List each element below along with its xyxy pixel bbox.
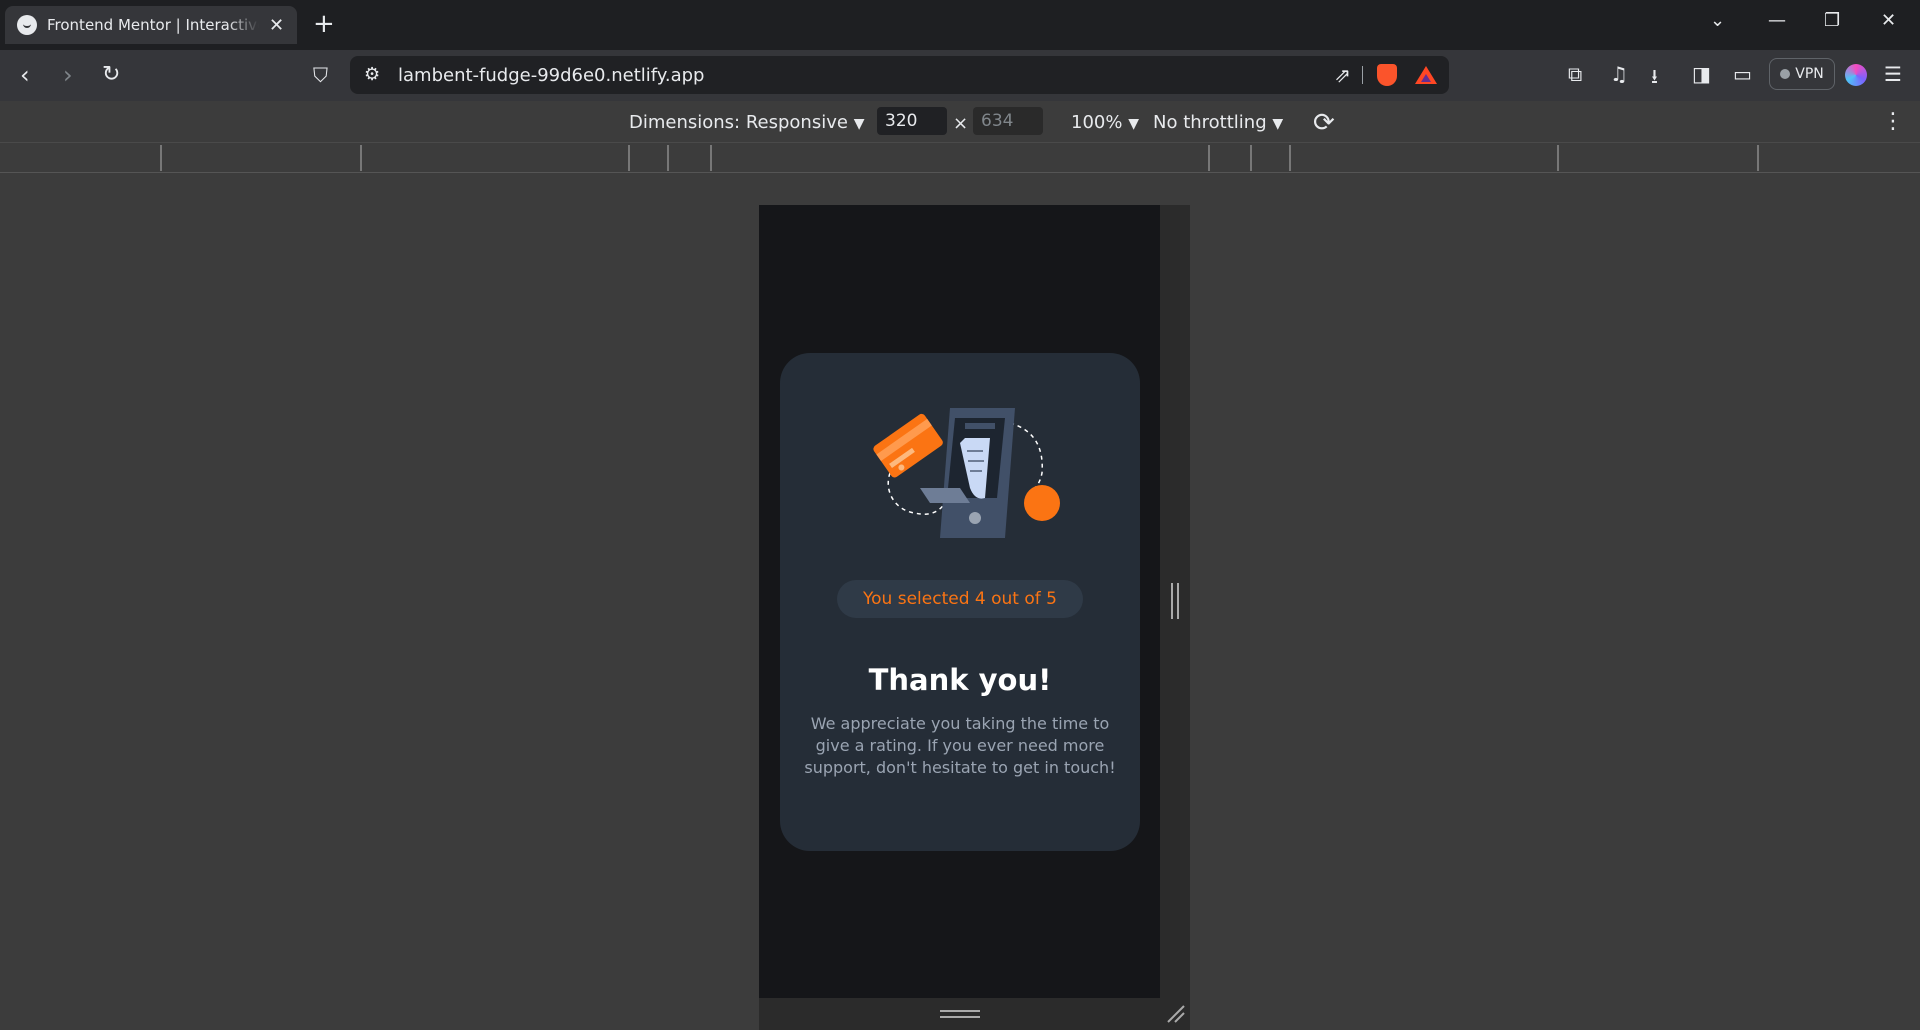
restore-icon[interactable]: ❐ — [1824, 10, 1840, 31]
extensions-icon[interactable]: ⧉ — [1568, 62, 1582, 86]
throttling-dropdown[interactable]: No throttling ▼ — [1153, 112, 1283, 133]
times-sign: × — [953, 113, 969, 134]
vpn-label: VPN — [1795, 66, 1824, 82]
browser-toolbar: ‹ › ↻ ⛉ ⚙ lambent-fudge-99d6e0.netlify.a… — [0, 50, 1920, 101]
close-tab-icon[interactable]: ✕ — [269, 15, 284, 36]
height-input[interactable]: 634 — [973, 107, 1043, 135]
brave-shields-icon[interactable] — [1377, 64, 1397, 86]
ruler-tick[interactable] — [160, 145, 162, 171]
zoom-dropdown[interactable]: 100% ▼ — [1071, 112, 1139, 133]
zoom-label: 100% — [1071, 112, 1123, 133]
device-toolbar: Dimensions: Responsive ▼ 320 × 634 100% … — [0, 101, 1920, 143]
rating-badge: You selected 4 out of 5 — [837, 580, 1083, 618]
separator — [1362, 66, 1363, 84]
ruler-tick[interactable] — [628, 145, 630, 171]
menu-icon[interactable]: ☰ — [1884, 62, 1902, 86]
forward-icon[interactable]: › — [63, 62, 73, 88]
vpn-status-icon — [1780, 69, 1791, 79]
throttling-label: No throttling — [1153, 112, 1267, 133]
url-text[interactable]: lambent-fudge-99d6e0.netlify.app — [398, 65, 704, 86]
wallet-icon[interactable]: ▭ — [1733, 62, 1752, 86]
viewport-resize-handle-bottom[interactable] — [759, 998, 1160, 1030]
bookmark-icon[interactable]: ⛉ — [313, 62, 328, 88]
tab-search-chevron-icon[interactable]: ⌄ — [1710, 10, 1725, 31]
minimize-icon[interactable]: — — [1768, 10, 1786, 31]
ruler-tick[interactable] — [1557, 145, 1559, 171]
download-icon[interactable]: ⭳ — [1651, 62, 1658, 96]
profile-avatar[interactable] — [1845, 64, 1867, 86]
ruler-tick[interactable] — [1208, 145, 1210, 171]
site-favicon-icon — [17, 15, 37, 35]
ruler-tick[interactable] — [1757, 145, 1759, 171]
window-close-icon[interactable]: ✕ — [1881, 10, 1896, 31]
dimensions-caret-icon: ▼ — [853, 116, 865, 132]
tab-title: Frontend Mentor | Interactive rating com… — [47, 16, 259, 34]
resize-grip-icon[interactable] — [1171, 583, 1179, 619]
address-bar[interactable]: ⚙ lambent-fudge-99d6e0.netlify.app ⇗ — [350, 56, 1449, 94]
ruler-tick[interactable] — [1289, 145, 1291, 171]
thank-you-heading: Thank you! — [868, 663, 1052, 697]
media-icon[interactable]: ♫ — [1610, 62, 1628, 86]
brave-rewards-icon[interactable] — [1415, 66, 1437, 84]
thank-you-card: You selected 4 out of 5 Thank you! We ap… — [780, 353, 1140, 851]
reload-icon[interactable]: ↻ — [102, 62, 120, 88]
resize-corner-icon[interactable] — [1164, 1002, 1186, 1024]
ruler-tick[interactable] — [667, 145, 669, 171]
payment-illustration-icon — [873, 408, 1060, 538]
rotate-icon[interactable]: ⟳ — [1313, 108, 1335, 138]
dimensions-label: Dimensions: Responsive — [629, 112, 848, 133]
dimensions-dropdown[interactable]: Dimensions: Responsive ▼ — [629, 112, 864, 133]
zoom-caret-icon: ▼ — [1128, 116, 1139, 132]
throttling-caret-icon: ▼ — [1272, 116, 1284, 132]
new-tab-icon[interactable]: + — [313, 10, 335, 38]
share-icon[interactable]: ⇗ — [1334, 63, 1351, 87]
vpn-button[interactable]: VPN — [1769, 58, 1835, 90]
back-icon[interactable]: ‹ — [20, 62, 30, 88]
sidebar-icon[interactable]: ◨ — [1692, 62, 1711, 86]
more-options-icon[interactable]: ⋮ — [1882, 109, 1904, 134]
browser-tab[interactable]: Frontend Mentor | Interactive rating com… — [5, 6, 297, 44]
resize-grip-icon[interactable] — [940, 1010, 980, 1018]
site-info-icon[interactable]: ⚙ — [364, 64, 380, 85]
width-input[interactable]: 320 — [877, 107, 947, 135]
ruler-tick[interactable] — [1250, 145, 1252, 171]
viewport-resize-handle-right[interactable] — [1160, 205, 1190, 1030]
tab-strip: Frontend Mentor | Interactive rating com… — [0, 0, 1920, 50]
ruler-tick[interactable] — [360, 145, 362, 171]
thank-you-description: We appreciate you taking the time to giv… — [804, 714, 1116, 777]
media-query-ruler — [0, 143, 1920, 173]
ruler-tick[interactable] — [710, 145, 712, 171]
